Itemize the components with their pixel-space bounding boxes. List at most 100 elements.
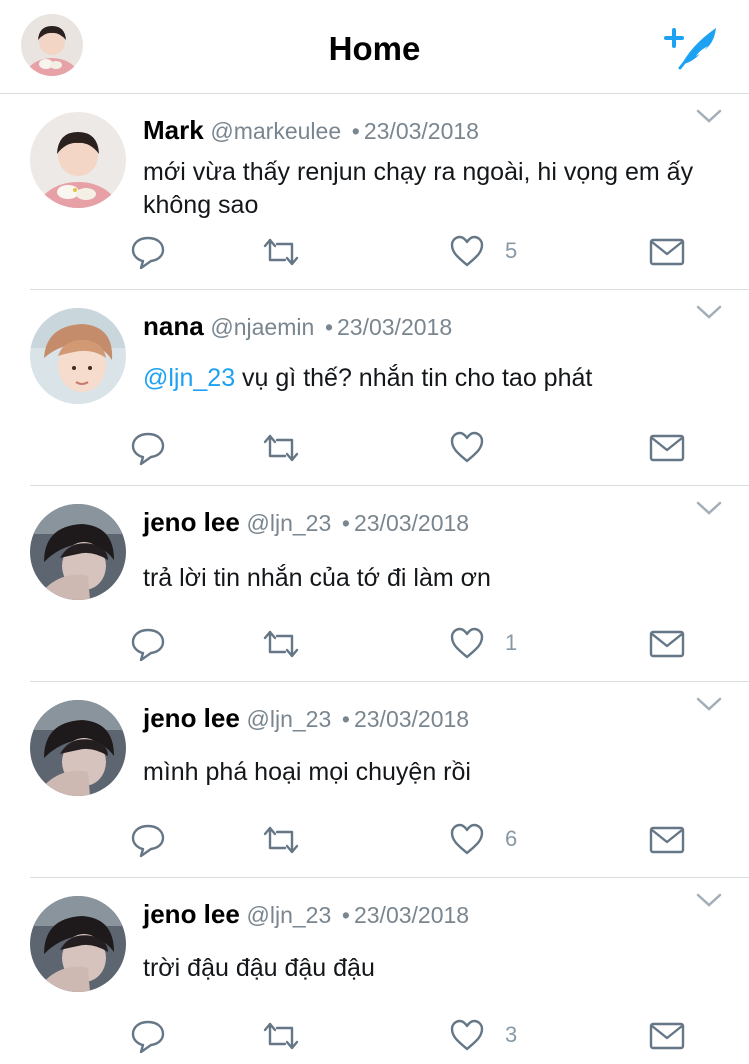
reply-icon	[131, 236, 165, 270]
page-title: Home	[328, 30, 421, 67]
mention-link[interactable]: @ljn_23	[143, 364, 235, 392]
like-button[interactable]	[450, 1016, 484, 1056]
tweet-header: jeno lee @ljn_23 • 23/03/2018	[143, 702, 469, 736]
chevron-down-icon	[696, 501, 722, 515]
like-count: 6	[505, 826, 518, 851]
timestamp[interactable]: 23/03/2018	[354, 510, 469, 536]
tweet-actions: 6	[130, 820, 690, 860]
tweet-card[interactable]: nana @njaemin • 23/03/2018 @ljn_23 vụ gì …	[30, 290, 749, 486]
tweet-card[interactable]: jeno lee @ljn_23 • 23/03/2018 mình phá ho…	[30, 682, 749, 878]
author-name[interactable]: jeno lee	[143, 899, 240, 929]
timestamp[interactable]: 23/03/2018	[354, 902, 469, 928]
reply-icon	[131, 824, 165, 858]
like-button[interactable]	[450, 624, 484, 664]
author-handle[interactable]: @ljn_23	[247, 706, 332, 732]
tweet-header: jeno lee @ljn_23 • 23/03/2018	[143, 898, 469, 932]
retweet-button[interactable]	[261, 820, 301, 860]
tweet-card[interactable]: Mark @markeulee • 23/03/2018 mới vừa thấy…	[30, 94, 749, 290]
author-handle[interactable]: @njaemin	[210, 314, 314, 340]
tweet-actions: 3	[130, 1016, 690, 1056]
tweet-header: Mark @markeulee • 23/03/2018	[143, 114, 479, 148]
avatar[interactable]	[30, 896, 126, 992]
author-name[interactable]: jeno lee	[143, 703, 240, 733]
envelope-icon	[649, 826, 685, 854]
reply-icon	[131, 1020, 165, 1054]
timestamp[interactable]: 23/03/2018	[364, 118, 479, 144]
timestamp[interactable]: 23/03/2018	[354, 706, 469, 732]
reply-button[interactable]	[130, 1016, 166, 1056]
tweet-header: jeno lee @ljn_23 • 23/03/2018	[143, 506, 469, 540]
reply-button[interactable]	[130, 428, 166, 468]
tweet-menu-button[interactable]	[696, 108, 722, 124]
tweet-menu-button[interactable]	[696, 696, 722, 712]
compose-tweet-button[interactable]	[660, 24, 720, 72]
like-button[interactable]	[450, 232, 484, 272]
chevron-down-icon	[696, 893, 722, 907]
direct-message-button[interactable]	[649, 820, 685, 860]
tweet-text: mình phá hoại mọi chuyện rồi	[143, 758, 471, 786]
author-name[interactable]: nana	[143, 311, 204, 341]
retweet-icon	[263, 1022, 299, 1050]
tweet-text: mới vừa thấy renjun chạy ra ngoài, hi vọ…	[143, 158, 694, 219]
avatar[interactable]	[30, 700, 126, 796]
avatar[interactable]	[30, 112, 126, 208]
avatar[interactable]	[30, 308, 126, 404]
tweet-header: nana @njaemin • 23/03/2018	[143, 310, 452, 344]
tweet-menu-button[interactable]	[696, 892, 722, 908]
reply-button[interactable]	[130, 624, 166, 664]
retweet-button[interactable]	[261, 624, 301, 664]
direct-message-button[interactable]	[649, 1016, 685, 1056]
retweet-icon	[263, 826, 299, 854]
retweet-button[interactable]	[261, 1016, 301, 1056]
direct-message-button[interactable]	[649, 428, 685, 468]
direct-message-button[interactable]	[649, 232, 685, 272]
envelope-icon	[649, 238, 685, 266]
tweet-actions	[130, 428, 690, 468]
retweet-icon	[263, 434, 299, 462]
like-button[interactable]	[450, 820, 484, 860]
direct-message-button[interactable]	[649, 624, 685, 664]
like-count: 5	[505, 238, 518, 263]
tweet-menu-button[interactable]	[696, 500, 722, 516]
tweet-menu-button[interactable]	[696, 304, 722, 320]
separator: •	[341, 902, 350, 928]
separator: •	[324, 314, 333, 340]
tweet-text-content: vụ gì thế? nhắn tin cho tao phát	[235, 364, 593, 392]
envelope-icon	[649, 1022, 685, 1050]
top-bar: Home	[0, 0, 749, 94]
author-name[interactable]: Mark	[143, 115, 204, 145]
reply-icon	[131, 432, 165, 466]
retweet-icon	[263, 630, 299, 658]
tweet-card[interactable]: jeno lee @ljn_23 • 23/03/2018 trả lời tin…	[30, 486, 749, 682]
chevron-down-icon	[696, 109, 722, 123]
chevron-down-icon	[696, 697, 722, 711]
separator: •	[351, 118, 360, 144]
tweet-text: trời đậu đậu đậu đậu	[143, 954, 375, 982]
heart-icon	[450, 627, 484, 659]
reply-button[interactable]	[130, 820, 166, 860]
retweet-button[interactable]	[261, 232, 301, 272]
chevron-down-icon	[696, 305, 722, 319]
author-handle[interactable]: @ljn_23	[247, 902, 332, 928]
author-handle[interactable]: @ljn_23	[247, 510, 332, 536]
author-name[interactable]: jeno lee	[143, 507, 240, 537]
envelope-icon	[649, 630, 685, 658]
author-handle[interactable]: @markeulee	[210, 118, 341, 144]
heart-icon	[450, 1019, 484, 1051]
envelope-icon	[649, 434, 685, 462]
separator: •	[341, 510, 350, 536]
tweet-actions: 1	[130, 624, 690, 664]
tweet-card[interactable]: jeno lee @ljn_23 • 23/03/2018 trời đậu đậ…	[30, 878, 749, 1064]
reply-button[interactable]	[130, 232, 166, 272]
reply-icon	[131, 628, 165, 662]
like-button[interactable]	[450, 428, 484, 468]
like-count: 3	[505, 1022, 518, 1047]
retweet-button[interactable]	[261, 428, 301, 468]
heart-icon	[450, 431, 484, 463]
heart-icon	[450, 235, 484, 267]
tweet-text: @ljn_23 vụ gì thế? nhắn tin cho tao phát	[143, 362, 703, 395]
timestamp[interactable]: 23/03/2018	[337, 314, 452, 340]
separator: •	[341, 706, 350, 732]
like-count: 1	[505, 630, 518, 655]
avatar[interactable]	[30, 504, 126, 600]
